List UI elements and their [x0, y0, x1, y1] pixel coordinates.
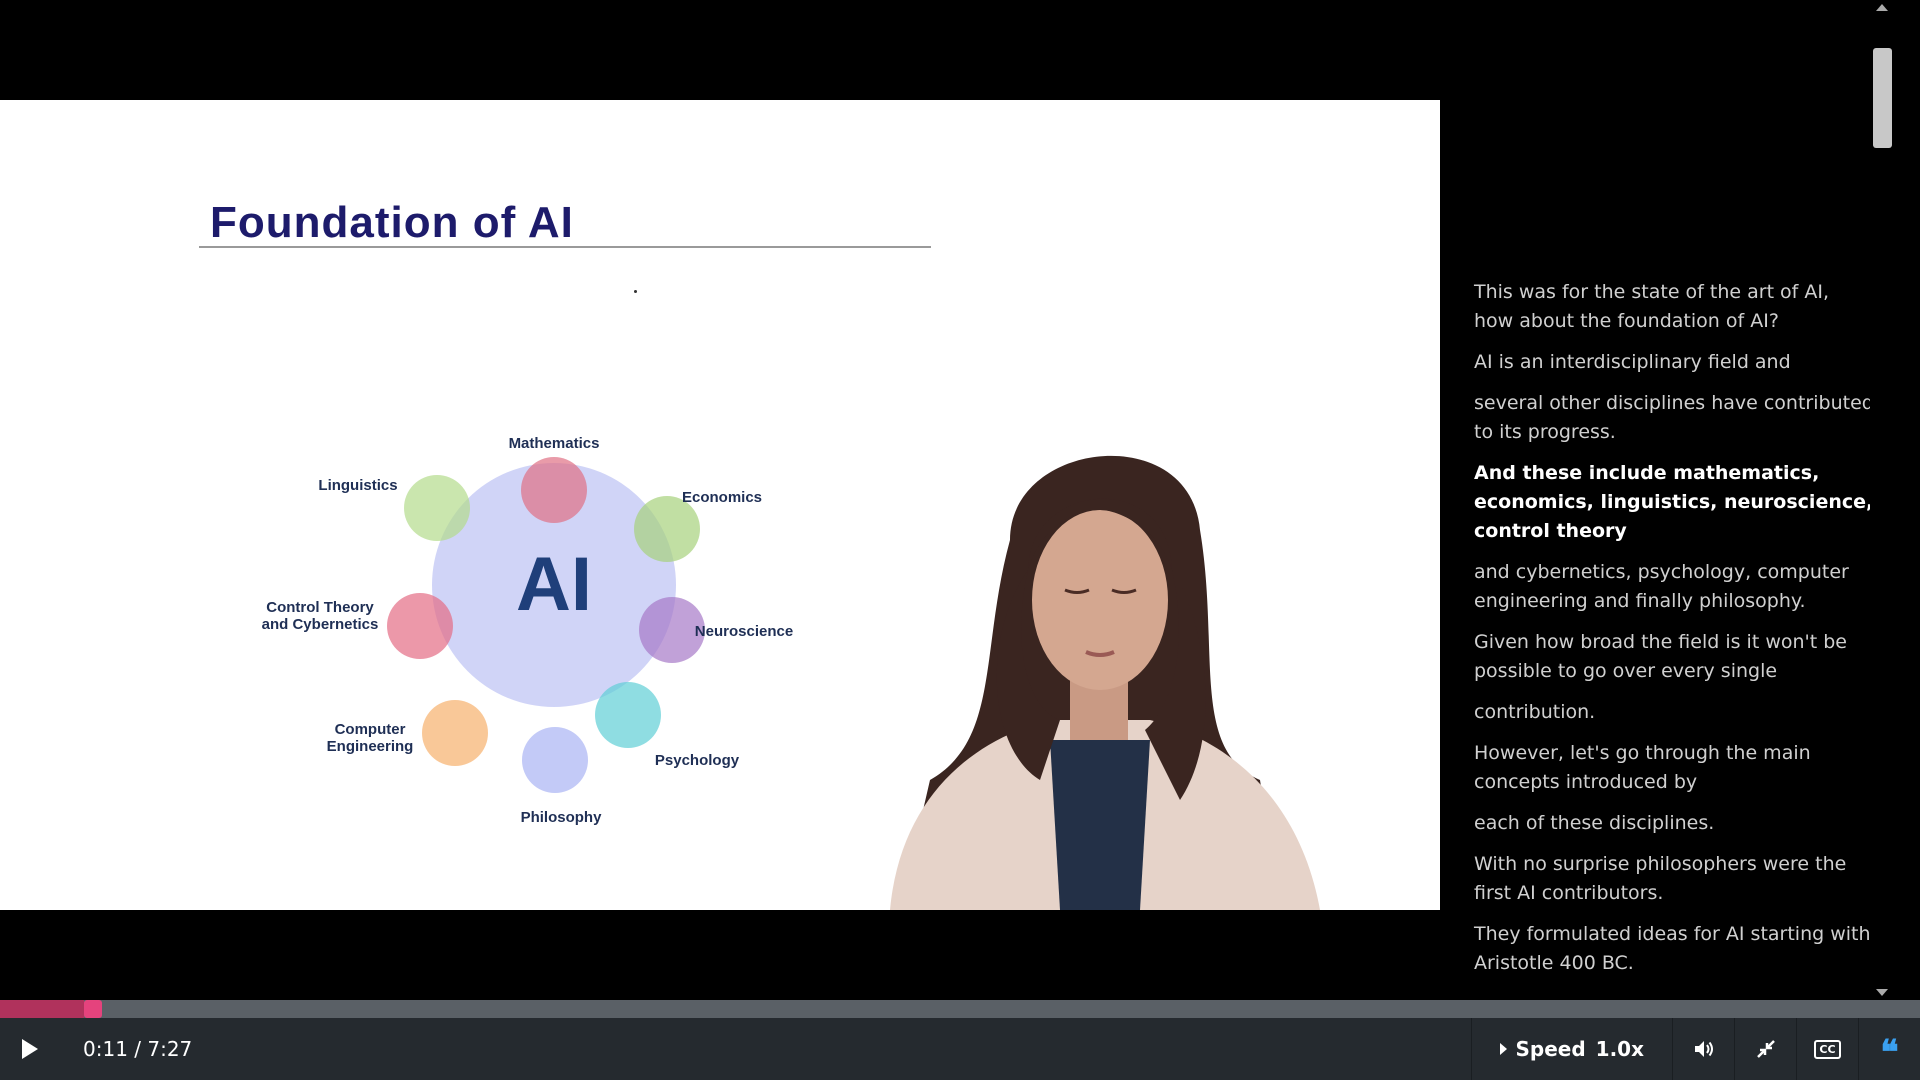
discipline-label: Philosophy [521, 809, 602, 826]
discipline-circle [522, 727, 588, 793]
transcript-line[interactable]: and cybernetics, psychology, computer en… [1474, 558, 1874, 616]
exit-fullscreen-icon [1756, 1040, 1775, 1058]
speed-value: 1.0x [1595, 1037, 1644, 1061]
transcript-panel[interactable]: This was for the state of the art of AI,… [1474, 278, 1874, 990]
progress-bar[interactable] [0, 1000, 1920, 1018]
discipline-label: Mathematics [509, 435, 600, 452]
transcript-line[interactable]: With no surprise philosophers were the f… [1474, 850, 1874, 908]
scroll-up-arrow-icon[interactable] [1876, 4, 1888, 11]
transcript-line[interactable]: AI is an interdisciplinary field and [1474, 348, 1874, 377]
transcript-line[interactable]: several other disciplines have contribut… [1474, 389, 1874, 447]
closed-captions-button[interactable]: CC [1796, 1018, 1858, 1080]
presenter-video [890, 455, 1320, 910]
transcript-line[interactable]: Given how broad the field is it won't be… [1474, 628, 1874, 686]
volume-button[interactable] [1672, 1018, 1734, 1080]
progress-handle[interactable] [84, 1000, 102, 1018]
play-icon [22, 1039, 38, 1059]
exit-fullscreen-button[interactable] [1734, 1018, 1796, 1080]
speed-caret-icon [1500, 1043, 1508, 1055]
discipline-label: Control Theory and Cybernetics [262, 599, 379, 633]
play-button[interactable] [0, 1018, 58, 1080]
transcript-toggle-button[interactable]: ❝ [1858, 1018, 1920, 1080]
discipline-circle [595, 682, 661, 748]
transcript-line[interactable]: contribution. [1474, 698, 1874, 727]
discipline-circle [422, 700, 488, 766]
progress-fill [0, 1000, 84, 1018]
discipline-label: Computer Engineering [327, 721, 414, 755]
columbia-logo: ♛COLUMBIA UNIVERSITY IN THE CITY OF NEW … [216, 908, 493, 910]
discipline-label: Neuroscience [695, 623, 793, 640]
speed-label: Speed [1515, 1037, 1586, 1061]
transcript-line[interactable]: each of these disciplines. [1474, 809, 1874, 838]
video-player: Foundation of AI AI Mathematics Economics… [0, 0, 1895, 1080]
scroll-down-arrow-icon[interactable] [1876, 989, 1888, 996]
transcript-quote-icon: ❝ [1880, 1035, 1899, 1072]
discipline-circle [404, 475, 470, 541]
discipline-circle [387, 593, 453, 659]
transcript-line[interactable]: And these include mathematics, economics… [1474, 459, 1874, 546]
transcript-line[interactable]: However, let's go through the main conce… [1474, 739, 1874, 797]
speed-button[interactable]: Speed 1.0x [1471, 1018, 1672, 1080]
scroll-thumb[interactable] [1873, 48, 1892, 148]
discipline-label: Linguistics [318, 477, 397, 494]
transcript-line[interactable]: They formulated ideas for AI starting wi… [1474, 920, 1874, 978]
discipline-label: Economics [682, 489, 762, 506]
ai-center-label: AI [516, 542, 592, 627]
transcript-scrollbar[interactable] [1870, 0, 1895, 1000]
volume-icon [1694, 1041, 1713, 1057]
time-display: 0:11 / 7:27 [83, 1037, 193, 1061]
transcript-line[interactable]: This was for the state of the art of AI,… [1474, 278, 1874, 336]
video-frame[interactable]: Foundation of AI AI Mathematics Economics… [0, 100, 1440, 910]
player-controls: 0:11 / 7:27 Speed 1.0x CC ❝ [0, 1018, 1920, 1080]
closed-captions-icon: CC [1814, 1039, 1841, 1059]
crown-icon: ♛ [216, 908, 238, 910]
discipline-label: Psychology [655, 752, 740, 769]
discipline-circle [521, 457, 587, 523]
